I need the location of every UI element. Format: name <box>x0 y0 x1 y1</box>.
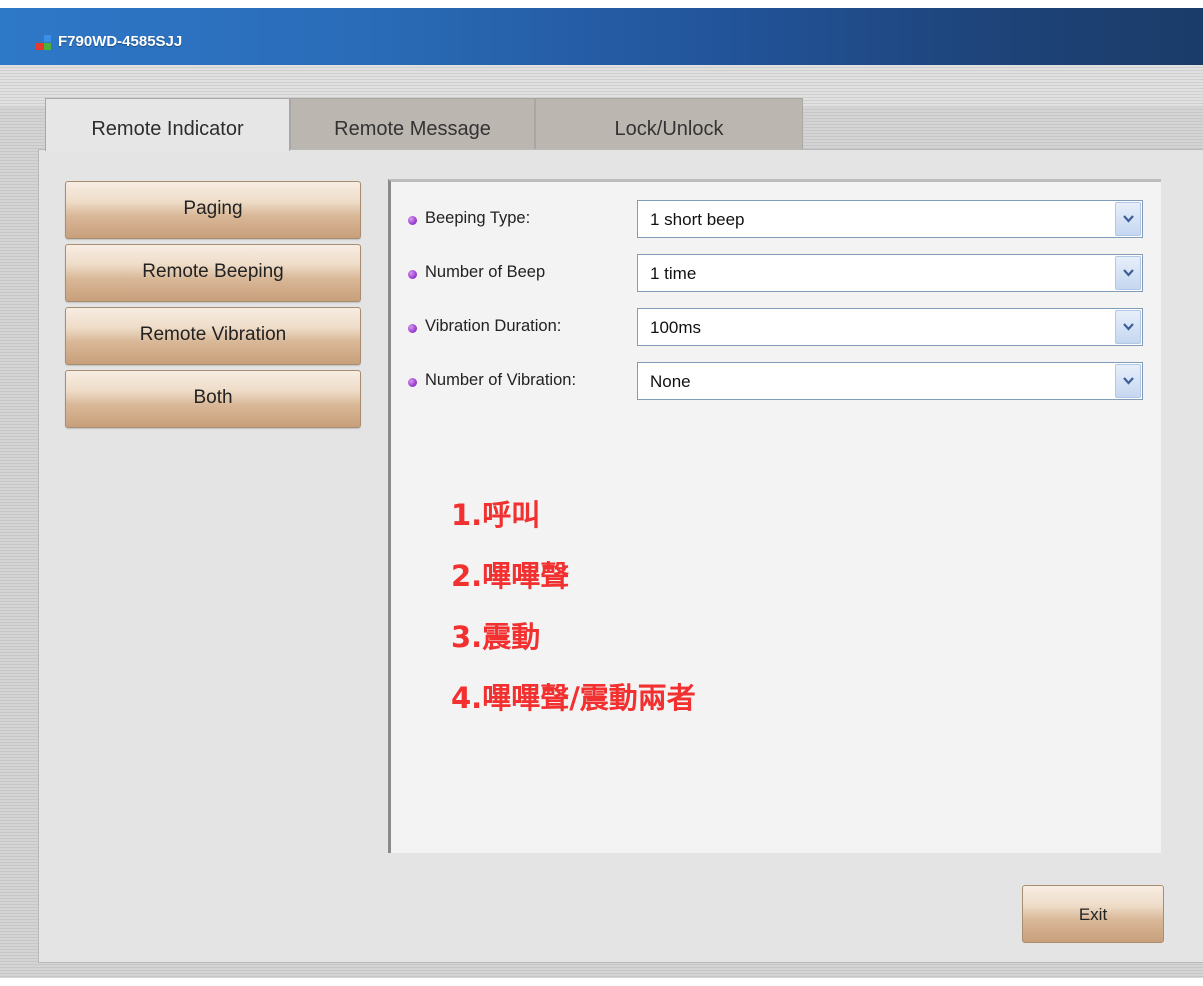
settings-panel: Beeping Type: 1 short beep Number of Bee… <box>388 179 1161 853</box>
tab-remote-indicator[interactable]: Remote Indicator <box>45 98 290 151</box>
vibration-duration-value: 100ms <box>650 318 702 337</box>
number-of-beep-row: Number of Beep 1 time <box>391 254 1164 294</box>
remote-vibration-button[interactable]: Remote Vibration <box>65 307 361 365</box>
bullet-icon <box>408 216 417 225</box>
number-of-vibration-label: Number of Vibration: <box>425 371 577 389</box>
app-window: F790WD-4585SJJ Remote Indicator Remote M… <box>0 8 1203 978</box>
bullet-icon <box>408 324 417 333</box>
title-bar: F790WD-4585SJJ <box>0 8 1203 65</box>
vibration-duration-label: Vibration Duration: <box>425 317 562 335</box>
annotation-line-4: 4.嗶嗶聲/震動兩者 <box>451 681 696 715</box>
beeping-type-label: Beeping Type: <box>425 209 531 227</box>
number-of-beep-select[interactable]: 1 time <box>637 254 1143 292</box>
chevron-down-icon[interactable] <box>1115 256 1141 290</box>
chevron-down-icon[interactable] <box>1115 310 1141 344</box>
window-title: F790WD-4585SJJ <box>58 33 183 50</box>
both-button[interactable]: Both <box>65 370 361 428</box>
number-of-beep-label: Number of Beep <box>425 263 546 281</box>
beeping-type-select[interactable]: 1 short beep <box>637 200 1143 238</box>
annotation-line-1: 1.呼叫 <box>451 498 541 532</box>
chevron-down-icon[interactable] <box>1115 202 1141 236</box>
tab-content: Paging Remote Beeping Remote Vibration B… <box>38 149 1203 963</box>
number-of-beep-value: 1 time <box>650 264 697 283</box>
number-of-vibration-select[interactable]: None <box>637 362 1143 400</box>
tab-lock-unlock[interactable]: Lock/Unlock <box>535 98 803 149</box>
beeping-type-row: Beeping Type: 1 short beep <box>391 200 1164 240</box>
bullet-icon <box>408 270 417 279</box>
vibration-duration-select[interactable]: 100ms <box>637 308 1143 346</box>
beeping-type-value: 1 short beep <box>650 210 745 229</box>
vibration-duration-row: Vibration Duration: 100ms <box>391 308 1164 348</box>
remote-beeping-button[interactable]: Remote Beeping <box>65 244 361 302</box>
app-icon <box>36 35 52 51</box>
exit-button[interactable]: Exit <box>1022 885 1164 943</box>
tab-remote-message[interactable]: Remote Message <box>290 98 535 149</box>
annotation-line-3: 3.震動 <box>451 620 541 654</box>
annotation-line-2: 2.嗶嗶聲 <box>451 559 570 593</box>
number-of-vibration-value: None <box>650 372 691 391</box>
bullet-icon <box>408 378 417 387</box>
number-of-vibration-row: Number of Vibration: None <box>391 362 1164 402</box>
chevron-down-icon[interactable] <box>1115 364 1141 398</box>
paging-button[interactable]: Paging <box>65 181 361 239</box>
